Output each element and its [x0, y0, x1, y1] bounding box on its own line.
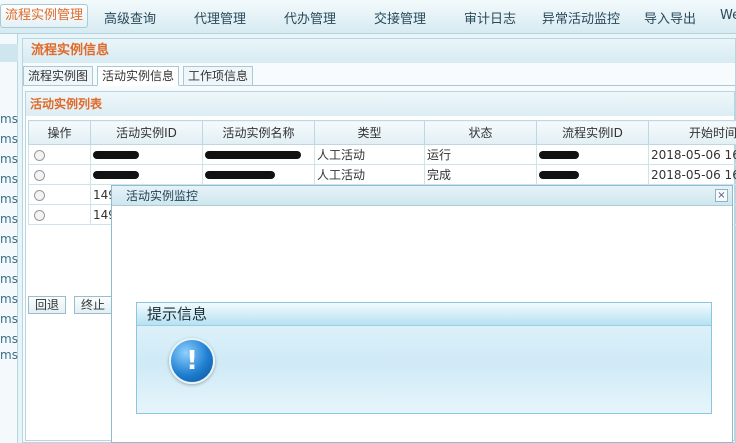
nav-item-we[interactable]: We	[720, 8, 736, 23]
dialog-title: 活动实例监控	[112, 186, 732, 206]
table-row[interactable]: 人工活动 完成 2018-05-06 16:5	[28, 164, 736, 185]
alert-title: 提示信息	[137, 303, 711, 326]
sidebar-item[interactable]: ms	[0, 292, 18, 306]
nav-item-process-instance[interactable]: 流程实例管理	[0, 4, 89, 28]
nav-item-audit-log[interactable]: 审计日志	[464, 8, 516, 27]
row-select-radio[interactable]	[34, 149, 45, 161]
nav-item-advanced-query[interactable]: 高级查询	[104, 8, 156, 27]
nav-item-proxy[interactable]: 代理管理	[194, 8, 246, 27]
sidebar-item[interactable]: ms	[0, 348, 18, 362]
col-header-activity-id[interactable]: 活动实例ID	[90, 120, 203, 145]
left-sidebar: ms ms ms ms ms ms ms ms ms ms ms ms ms	[0, 34, 18, 443]
sidebar-item[interactable]: ms	[0, 112, 18, 126]
sidebar-item[interactable]: ms	[0, 232, 18, 246]
col-header-activity-name[interactable]: 活动实例名称	[202, 120, 315, 145]
sidebar-item[interactable]: ms	[0, 252, 18, 266]
sidebar-item[interactable]: ms	[0, 212, 18, 226]
col-header-action[interactable]: 操作	[28, 120, 91, 145]
sidebar-item[interactable]: ms	[0, 332, 18, 346]
sidebar-item[interactable]: ms	[0, 152, 18, 166]
redacted-value	[205, 171, 275, 179]
row-select-radio[interactable]	[34, 209, 45, 221]
rollback-button[interactable]: 回退	[28, 296, 67, 314]
tab-process-diagram[interactable]: 流程实例图	[23, 66, 94, 86]
table-header-row: 操作 活动实例ID 活动实例名称 类型 状态 流程实例ID 开始时间	[28, 120, 736, 145]
cell-type: 人工活动	[314, 144, 425, 165]
exclamation-icon: !	[169, 338, 215, 384]
cell-status: 完成	[424, 164, 537, 185]
tab-workitem-info[interactable]: 工作项信息	[183, 66, 254, 86]
redacted-value	[93, 171, 139, 179]
panel-title: 流程实例信息	[23, 39, 735, 63]
terminate-button[interactable]: 终止	[74, 296, 113, 314]
redacted-value	[93, 151, 139, 159]
close-icon[interactable]: ×	[715, 189, 728, 202]
sidebar-item[interactable]: ms	[0, 272, 18, 286]
redacted-value	[205, 151, 301, 159]
nav-item-handover[interactable]: 交接管理	[374, 8, 426, 27]
sidebar-item[interactable]: ms	[0, 192, 18, 206]
cell-status: 运行	[424, 144, 537, 165]
nav-item-import-export[interactable]: 导入导出	[644, 8, 696, 27]
nav-item-todo[interactable]: 代办管理	[284, 8, 336, 27]
tab-bar: 流程实例图 活动实例信息 工作项信息	[23, 66, 735, 86]
cell-start-time: 2018-05-06 16:5	[648, 164, 736, 185]
redacted-value	[539, 151, 579, 159]
row-select-radio[interactable]	[34, 189, 45, 201]
tab-activity-info[interactable]: 活动实例信息	[97, 66, 180, 86]
cell-start-time: 2018-05-06 16:5	[648, 144, 736, 165]
cell-type: 人工活动	[314, 164, 425, 185]
info-alert-box: 提示信息 !	[136, 302, 712, 414]
sidebar-item[interactable]: ms	[0, 172, 18, 186]
col-header-status[interactable]: 状态	[424, 120, 537, 145]
nav-item-exception-monitor[interactable]: 异常活动监控	[542, 8, 620, 27]
redacted-value	[539, 171, 579, 179]
col-header-start-time[interactable]: 开始时间	[648, 120, 736, 145]
sidebar-item[interactable]: ms	[0, 312, 18, 326]
table-row[interactable]: 人工活动 运行 2018-05-06 16:5	[28, 144, 736, 165]
row-select-radio[interactable]	[34, 169, 45, 181]
activity-monitor-dialog: 活动实例监控 × 提示信息 !	[111, 185, 733, 443]
col-header-type[interactable]: 类型	[314, 120, 425, 145]
top-nav: 流程实例管理 高级查询 代理管理 代办管理 交接管理 审计日志 异常活动监控 导…	[0, 0, 736, 34]
col-header-process-id[interactable]: 流程实例ID	[536, 120, 649, 145]
list-title: 活动实例列表	[26, 92, 734, 116]
sidebar-item[interactable]: ms	[0, 132, 18, 146]
left-sidebar-header	[0, 44, 18, 62]
